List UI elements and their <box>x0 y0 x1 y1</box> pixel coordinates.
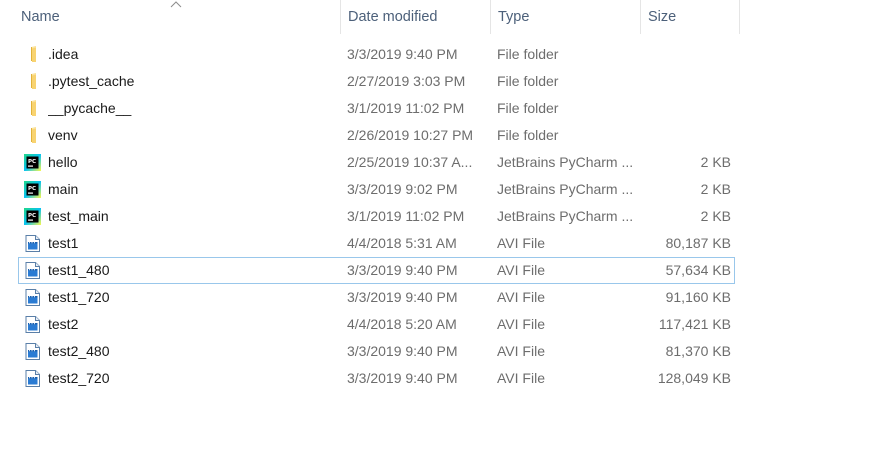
file-date-modified: 3/3/2019 9:40 PM <box>347 262 458 278</box>
file-row-hello[interactable]: PC hello 2/25/2019 10:37 A... JetBrains … <box>18 149 735 176</box>
file-size: 2 KB <box>700 208 731 224</box>
file-row-test1-480[interactable]: test1_480 3/3/2019 9:40 PM AVI File 57,6… <box>18 257 735 284</box>
file-size <box>639 69 731 94</box>
file-type: JetBrains PyCharm ... <box>497 208 634 224</box>
file-row-test2-480[interactable]: test2_480 3/3/2019 9:40 PM AVI File 81,3… <box>18 338 735 365</box>
file-name: test2_480 <box>48 343 110 359</box>
file-name: .idea <box>48 46 79 62</box>
file-type: AVI File <box>497 343 545 359</box>
video-file-icon <box>24 261 42 280</box>
file-type: File folder <box>497 127 559 143</box>
file-row-main[interactable]: PC main 3/3/2019 9:02 PM JetBrains PyCha… <box>18 176 735 203</box>
file-date-modified: 4/4/2018 5:20 AM <box>347 316 457 332</box>
pycharm-icon: PC <box>24 153 42 172</box>
file-date-modified: 3/3/2019 9:40 PM <box>347 370 458 386</box>
file-name: hello <box>48 154 78 170</box>
file-type: AVI File <box>497 370 545 386</box>
file-row-test-main[interactable]: PC test_main 3/1/2019 11:02 PM JetBrains… <box>18 203 735 230</box>
svg-text:PC: PC <box>28 159 36 165</box>
file-size: 80,187 KB <box>665 235 731 251</box>
file-size: 2 KB <box>700 181 731 197</box>
file-row-test1[interactable]: test1 4/4/2018 5:31 AM AVI File 80,187 K… <box>18 230 735 257</box>
file-name: test2 <box>48 316 79 332</box>
video-file-icon <box>24 369 42 388</box>
file-size: 128,049 KB <box>657 370 731 386</box>
file-size: 57,634 KB <box>665 262 731 278</box>
file-date-modified: 2/26/2019 10:27 PM <box>347 127 474 143</box>
file-date-modified: 3/3/2019 9:40 PM <box>347 289 458 305</box>
file-date-modified: 4/4/2018 5:31 AM <box>347 235 457 251</box>
column-divider[interactable] <box>739 0 740 34</box>
file-name: main <box>48 181 79 197</box>
file-type: JetBrains PyCharm ... <box>497 181 634 197</box>
file-name: test1_720 <box>48 289 110 305</box>
file-date-modified: 3/3/2019 9:40 PM <box>347 343 458 359</box>
svg-text:PC: PC <box>28 186 36 192</box>
folder-icon <box>24 99 42 118</box>
file-type: AVI File <box>497 316 545 332</box>
file-size: 117,421 KB <box>658 316 731 332</box>
file-size: 81,370 KB <box>665 343 731 359</box>
file-type: File folder <box>497 100 559 116</box>
video-file-icon <box>24 342 42 361</box>
file-type: AVI File <box>497 289 545 305</box>
column-header-date-modified[interactable]: Date modified <box>340 0 490 34</box>
column-header-bar: Name Date modified Type Size <box>0 0 740 34</box>
folder-icon <box>24 45 42 64</box>
file-type: JetBrains PyCharm ... <box>497 154 634 170</box>
folder-icon <box>24 72 42 91</box>
column-header-name[interactable]: Name <box>14 0 340 34</box>
file-row-venv[interactable]: venv 2/26/2019 10:27 PM File folder <box>18 122 735 149</box>
file-row-test2[interactable]: test2 4/4/2018 5:20 AM AVI File 117,421 … <box>18 311 735 338</box>
file-list: .idea 3/3/2019 9:40 PM File folder .pyte… <box>18 41 735 392</box>
file-date-modified: 3/1/2019 11:02 PM <box>347 100 465 116</box>
file-row-test1-720[interactable]: test1_720 3/3/2019 9:40 PM AVI File 91,1… <box>18 284 735 311</box>
file-row-pytest-cache[interactable]: .pytest_cache 2/27/2019 3:03 PM File fol… <box>18 68 735 95</box>
file-name: test1 <box>48 235 79 251</box>
file-row-test2-720[interactable]: test2_720 3/3/2019 9:40 PM AVI File 128,… <box>18 365 735 392</box>
file-name: test2_720 <box>48 370 110 386</box>
file-type: AVI File <box>497 235 545 251</box>
file-type: File folder <box>497 73 559 89</box>
file-date-modified: 3/3/2019 9:02 PM <box>347 181 458 197</box>
file-size: 91,160 KB <box>665 289 731 305</box>
file-row-idea[interactable]: .idea 3/3/2019 9:40 PM File folder <box>18 41 735 68</box>
svg-text:PC: PC <box>28 213 36 219</box>
file-size <box>639 42 731 67</box>
file-name: .pytest_cache <box>48 73 135 89</box>
video-file-icon <box>24 315 42 334</box>
file-size <box>639 123 731 148</box>
file-name: __pycache__ <box>48 100 132 116</box>
file-date-modified: 2/25/2019 10:37 A... <box>347 154 473 170</box>
pycharm-icon: PC <box>24 180 42 199</box>
file-date-modified: 3/1/2019 11:02 PM <box>347 208 465 224</box>
video-file-icon <box>24 234 42 253</box>
column-header-size[interactable]: Size <box>640 0 740 34</box>
file-date-modified: 2/27/2019 3:03 PM <box>347 73 466 89</box>
video-file-icon <box>24 288 42 307</box>
file-size <box>639 96 731 121</box>
file-name: test_main <box>48 208 109 224</box>
file-type: File folder <box>497 46 559 62</box>
file-date-modified: 3/3/2019 9:40 PM <box>347 46 458 62</box>
file-name: venv <box>48 127 78 143</box>
file-row-pycache[interactable]: __pycache__ 3/1/2019 11:02 PM File folde… <box>18 95 735 122</box>
folder-icon <box>24 126 42 145</box>
file-size: 2 KB <box>700 154 731 170</box>
file-name: test1_480 <box>48 262 110 278</box>
pycharm-icon: PC <box>24 207 42 226</box>
file-type: AVI File <box>497 262 545 278</box>
column-header-type[interactable]: Type <box>490 0 640 34</box>
